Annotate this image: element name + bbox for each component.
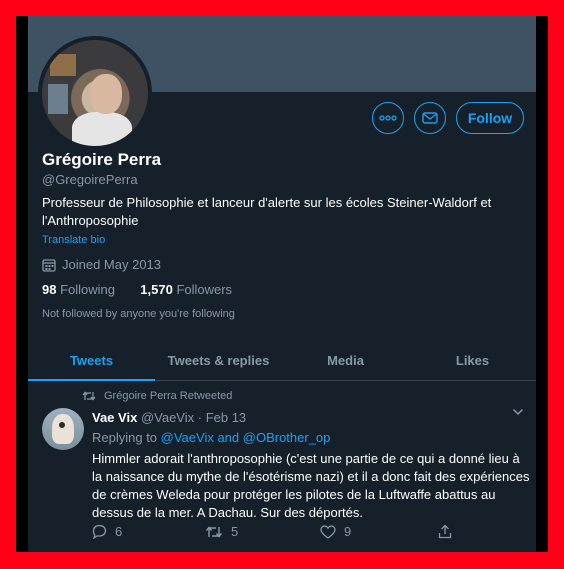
retweet-icon — [82, 390, 96, 402]
like-icon — [320, 524, 336, 539]
reply-icon — [92, 524, 107, 539]
avatar-figure — [72, 112, 132, 146]
avatar-figure — [52, 414, 74, 444]
tweet-header: Vae Vix @VaeVix · Feb 13 — [92, 410, 246, 425]
avatar-background-detail — [50, 54, 76, 76]
profile-bio: Professeur de Philosophie et lanceur d'a… — [42, 195, 492, 228]
message-button[interactable] — [414, 102, 446, 134]
calendar-icon — [42, 258, 56, 272]
tweet-actions: 6 5 9 — [92, 524, 512, 542]
tab-media[interactable]: Media — [282, 340, 409, 380]
profile-handle: @GregoirePerra — [42, 172, 138, 187]
tweet-menu-button[interactable] — [512, 408, 524, 416]
reply-button[interactable]: 6 — [92, 524, 122, 539]
avatar-background-detail — [48, 84, 68, 114]
reply-count: 6 — [115, 524, 123, 539]
profile-name: Grégoire Perra — [42, 150, 162, 169]
profile-stats: 98 Following 1,570 Followers — [42, 282, 232, 297]
profile-panel: Follow Grégoire Perra @GregoirePerra Pro… — [28, 16, 536, 552]
replying-to: Replying to @VaeVix and @OBrother_op — [92, 430, 331, 445]
tweet-text: Himmler adorait l'anthroposophie (c'est … — [92, 451, 530, 520]
tweet-author-avatar[interactable] — [42, 408, 84, 450]
reply-mention-link[interactable]: @OBrother_op — [243, 430, 331, 445]
not-followed-note: Not followed by anyone you're following — [42, 308, 235, 320]
share-button[interactable] — [438, 524, 452, 539]
more-button[interactable] — [372, 102, 404, 134]
avatar-figure — [59, 422, 65, 428]
translate-bio-link[interactable]: Translate bio — [42, 234, 105, 246]
retweet-button[interactable]: 5 — [205, 524, 238, 539]
like-button[interactable]: 9 — [320, 524, 351, 539]
like-count: 9 — [344, 524, 352, 539]
follow-button[interactable]: Follow — [456, 102, 524, 134]
profile-avatar[interactable] — [38, 36, 152, 150]
tweet-author-name[interactable]: Vae Vix — [92, 410, 137, 425]
followers-link[interactable]: 1,570 Followers — [140, 282, 232, 297]
avatar-figure — [90, 74, 122, 114]
tab-likes[interactable]: Likes — [409, 340, 536, 380]
tweet-author-handle[interactable]: @VaeVix — [141, 410, 194, 425]
chevron-down-icon — [512, 408, 524, 416]
joined-text: Joined May 2013 — [62, 257, 162, 272]
retweet-count: 5 — [231, 524, 239, 539]
more-icon — [379, 115, 397, 121]
retweet-note: Grégoire Perra Retweeted — [82, 390, 232, 402]
profile-tabs: Tweets Tweets & replies Media Likes — [28, 340, 536, 381]
tweet-separator: · — [194, 410, 206, 425]
reply-mention-link[interactable]: @VaeVix — [161, 430, 214, 445]
tab-tweets[interactable]: Tweets — [28, 340, 155, 381]
tweet-date[interactable]: Feb 13 — [206, 410, 246, 425]
following-link[interactable]: 98 Following — [42, 282, 115, 297]
retweet-icon — [205, 525, 223, 539]
joined-date: Joined May 2013 — [42, 257, 161, 272]
retweet-note-text: Grégoire Perra Retweeted — [104, 390, 233, 402]
share-icon — [438, 524, 452, 539]
mail-icon — [422, 112, 438, 124]
tab-tweets-replies[interactable]: Tweets & replies — [155, 340, 282, 380]
